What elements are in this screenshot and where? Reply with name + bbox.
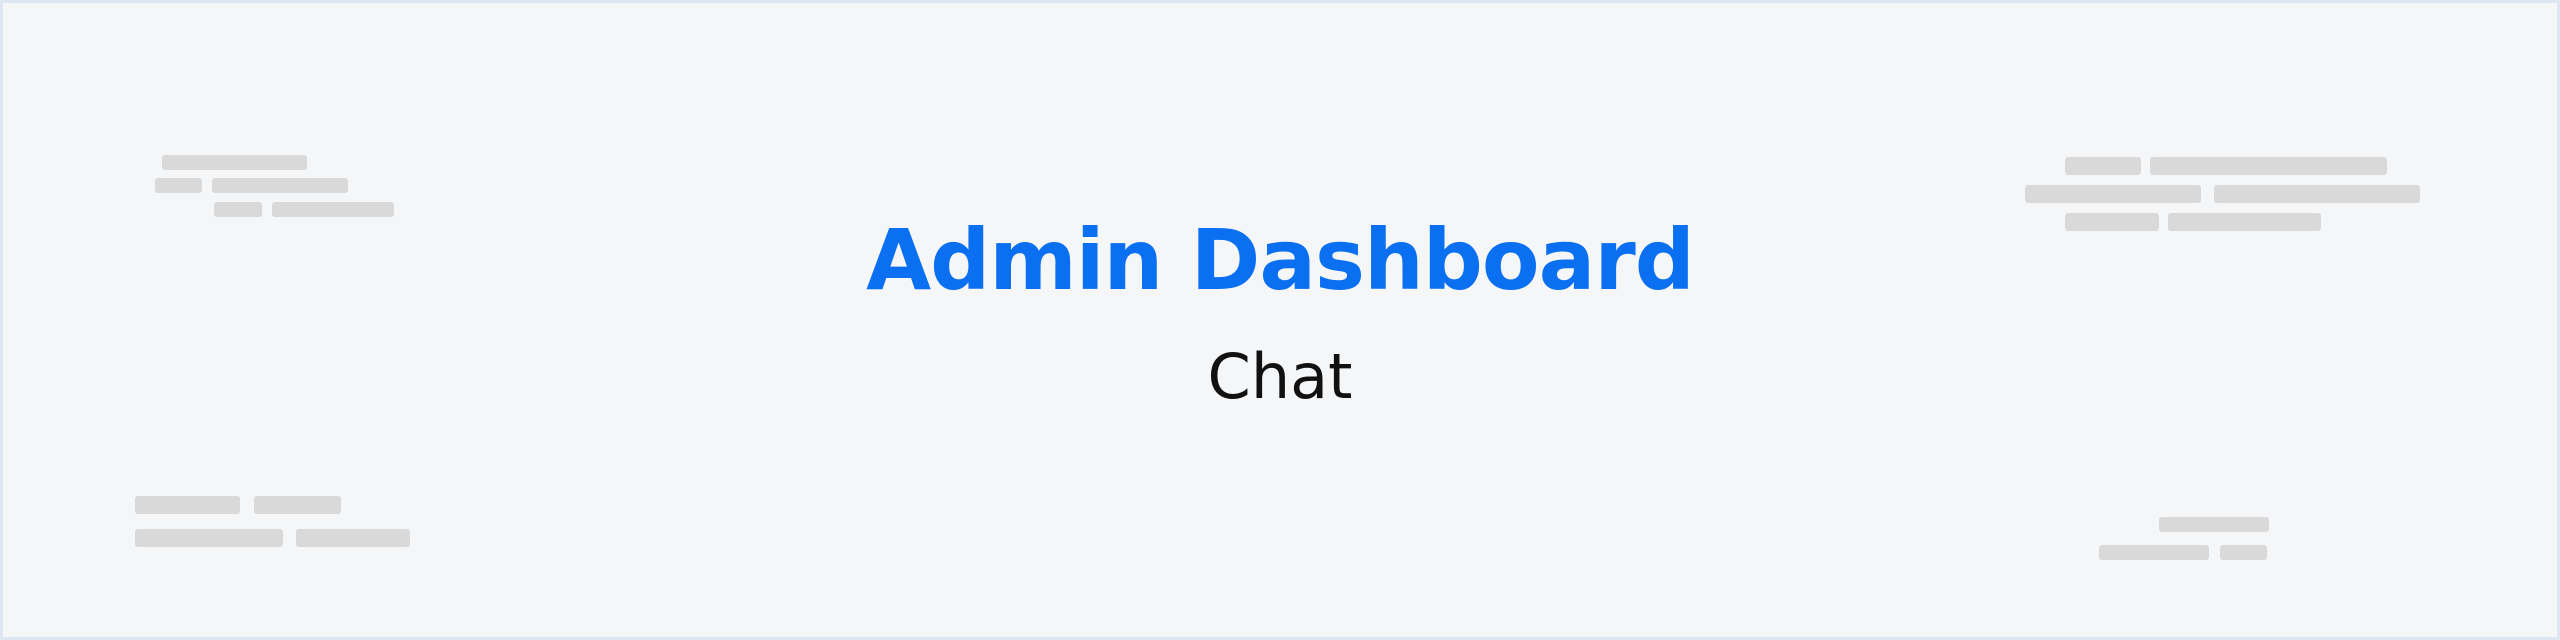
placeholder-line: [2220, 545, 2267, 560]
placeholder-line: [135, 496, 240, 514]
placeholder-line: [2065, 157, 2141, 175]
placeholder-line: [2025, 185, 2201, 203]
banner: Admin Dashboard Chat: [0, 0, 2560, 640]
placeholder-line: [155, 178, 202, 193]
page-title: Admin Dashboard: [866, 211, 1695, 309]
page-subtitle: Chat: [1207, 340, 1353, 413]
placeholder-line: [2150, 157, 2387, 175]
placeholder-line: [162, 155, 307, 170]
placeholder-line: [2159, 517, 2269, 532]
placeholder-line: [135, 529, 283, 547]
placeholder-line: [2214, 185, 2420, 203]
placeholder-line: [2099, 545, 2209, 560]
placeholder-line: [296, 529, 410, 547]
placeholder-line: [212, 178, 348, 193]
placeholder-line: [254, 496, 341, 514]
